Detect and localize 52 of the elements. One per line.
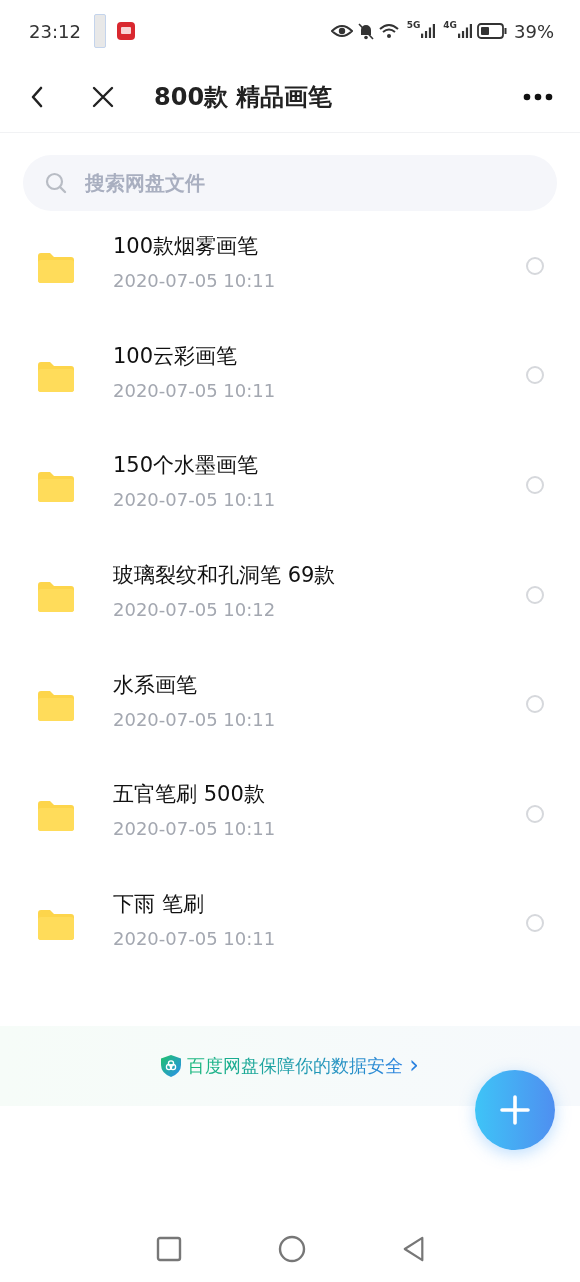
status-time: 23:12 [29,20,81,42]
folder-icon [38,362,74,393]
folder-name[interactable]: 五官笔刷 500款 [113,780,265,809]
folder-icon [38,800,74,831]
select-radio[interactable] [526,366,544,385]
folder-icon [38,581,74,612]
search-field[interactable]: 搜索网盘文件 [23,155,557,211]
home-icon[interactable] [278,1235,306,1263]
notification-thumbnail [93,14,106,48]
recents-icon[interactable] [156,1236,182,1262]
app-notification-icon [116,22,135,40]
shield-icon [161,1055,182,1078]
eye-icon [330,24,353,38]
security-banner[interactable]: 百度网盘保障你的数据安全 › [0,1026,580,1107]
folder-name[interactable]: 100款烟雾画笔 [113,232,259,261]
modified-date: 2020-07-05 10:11 [113,270,276,292]
select-radio[interactable] [526,695,544,714]
folder-icon [38,252,74,283]
muted-bell-icon [357,22,374,40]
folder-name[interactable]: 100云彩画笔 [113,341,238,370]
select-radio[interactable] [526,476,544,494]
folder-name[interactable]: 150个水墨画笔 [113,451,259,480]
modified-date: 2020-07-05 10:11 [113,489,276,511]
modified-date: 2020-07-05 10:11 [113,818,276,840]
folder-name[interactable]: 下雨 笔刷 [113,889,204,918]
folder-icon [38,472,74,502]
modified-date: 2020-07-05 10:12 [113,599,276,621]
select-radio[interactable] [526,256,544,275]
wifi-icon [378,23,399,39]
page-title: 800款 精品画笔 [154,82,333,113]
select-radio[interactable] [526,585,544,604]
select-radio[interactable] [526,914,544,933]
more-icon[interactable] [523,93,553,101]
plus-icon [500,1095,530,1125]
signal-icon [421,23,436,39]
modified-date: 2020-07-05 10:11 [113,927,276,949]
modified-date: 2020-07-05 10:11 [113,708,276,730]
folder-name[interactable]: 水系画笔 [113,670,197,699]
signal-icon [458,23,472,39]
folder-name[interactable]: 玻璃裂纹和孔洞笔 69款 [113,561,336,590]
folder-icon [38,910,74,941]
battery-percent: 39% [514,20,554,42]
battery-icon [477,23,507,39]
modified-date: 2020-07-05 10:11 [113,379,276,401]
back-nav-icon[interactable] [402,1235,426,1263]
close-icon[interactable] [92,86,114,108]
select-radio[interactable] [526,804,544,823]
network-type-label: 5G [406,20,421,30]
add-button[interactable] [475,1070,555,1150]
network-type-label: 4G [443,20,457,30]
back-icon[interactable] [30,85,44,109]
folder-icon [38,691,74,722]
